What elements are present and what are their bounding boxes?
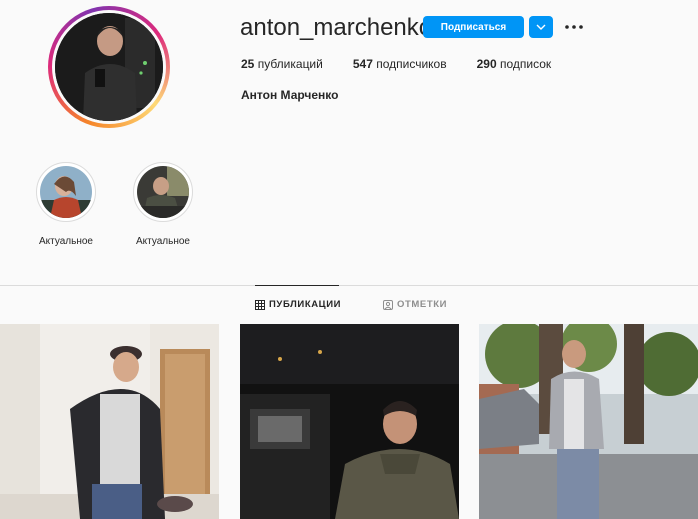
highlight-item[interactable]: Актуальное [34, 162, 98, 247]
profile-stats: 25 публикаций 547 подписчиков 290 подпис… [241, 57, 581, 71]
more-dots-icon [565, 25, 583, 29]
highlight-ring [133, 162, 193, 222]
profile-full-name: Антон Марченко [241, 88, 339, 102]
post-image [0, 324, 219, 519]
profile-username: anton_marchenkoo [240, 14, 446, 41]
following-label: подписок [499, 57, 552, 71]
more-options-button[interactable] [562, 16, 586, 38]
tab-tagged-label: ОТМЕТКИ [397, 299, 448, 310]
post-thumbnail[interactable] [0, 324, 219, 519]
grid-icon [255, 299, 265, 310]
avatar-photo [55, 13, 163, 121]
post-image [479, 324, 698, 519]
highlight-label: Актуальное [136, 236, 190, 247]
tab-tagged[interactable]: ОТМЕТКИ [383, 299, 447, 310]
highlight-ring [36, 162, 96, 222]
highlight-label: Актуальное [39, 236, 93, 247]
avatar-gap [52, 10, 166, 124]
posts-count: 25 [241, 57, 255, 71]
suggestions-dropdown-button[interactable] [529, 16, 553, 38]
highlight-cover [40, 166, 92, 218]
followers-count: 547 [352, 57, 373, 71]
followers-stat[interactable]: 547 подписчиков [353, 57, 447, 71]
tab-posts[interactable]: ПУБЛИКАЦИИ [255, 299, 341, 310]
tab-posts-label: ПУБЛИКАЦИИ [269, 299, 342, 310]
tag-person-icon [383, 299, 393, 310]
posts-label: публикаций [257, 57, 323, 71]
post-image [240, 324, 459, 519]
followers-label: подписчиков [376, 57, 447, 71]
following-stat[interactable]: 290 подписок [477, 57, 552, 71]
post-thumbnail[interactable] [479, 324, 698, 519]
profile-avatar[interactable] [48, 6, 170, 128]
active-tab-indicator [255, 285, 339, 286]
highlight-cover [137, 166, 189, 218]
highlight-item[interactable]: Актуальное [131, 162, 195, 247]
tabs-divider [0, 285, 698, 286]
following-count: 290 [476, 57, 497, 71]
post-thumbnail[interactable] [240, 324, 459, 519]
chevron-down-icon [536, 24, 546, 30]
follow-button[interactable]: Подписаться [423, 16, 524, 38]
posts-stat: 25 публикаций [241, 57, 323, 71]
